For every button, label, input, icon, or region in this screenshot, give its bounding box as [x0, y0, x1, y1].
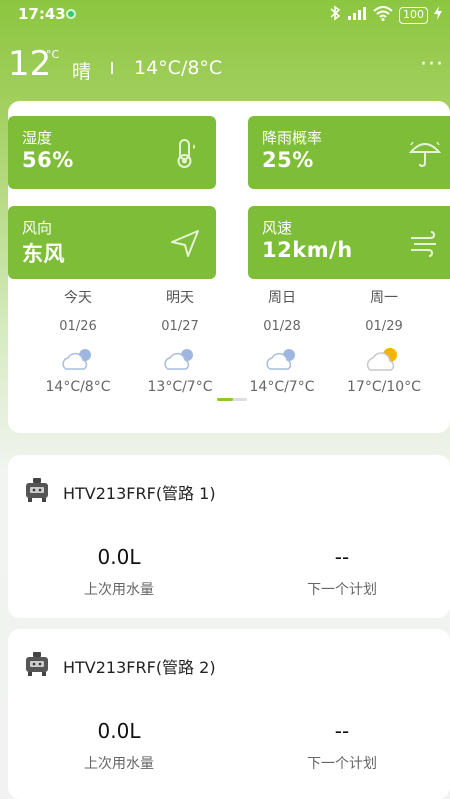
cloudy-icon	[58, 345, 98, 373]
rain-probability-label: 降雨概率	[262, 129, 323, 147]
rain-probability-tile: 降雨概率 25%	[248, 116, 450, 189]
thermometer-icon	[168, 136, 202, 170]
status-bar: 17:43 100	[0, 0, 450, 28]
forecast-day-name: 今天	[64, 290, 92, 306]
forecast-strip[interactable]: 今天 01/26 14°C/8°C 明天 01/27 13°C/7°C 周日 0…	[8, 287, 450, 397]
forecast-date: 01/27	[161, 319, 199, 334]
bluetooth-icon	[329, 5, 341, 25]
wind-speed-label: 风速	[262, 219, 293, 237]
cloudy-icon	[160, 345, 200, 373]
humidity-value: 56%	[22, 148, 74, 172]
wind-icon	[408, 226, 442, 260]
weather-panel: 湿度 56% 降雨概率 25% 风向 东风 风速 12km/h 今天 01/26	[8, 101, 450, 433]
next-plan-value: --	[334, 545, 350, 569]
navigation-arrow-icon	[168, 226, 202, 260]
cloudy-icon	[262, 345, 302, 373]
device-card[interactable]: HTV213FRF(管路 2) 0.0L 上次用水量 -- 下一个计划	[8, 629, 450, 799]
valve-device-icon	[24, 477, 50, 503]
umbrella-icon	[408, 136, 442, 170]
signal-icon	[347, 6, 367, 24]
next-plan-label: 下一个计划	[307, 756, 377, 772]
humidity-tile: 湿度 56%	[8, 116, 216, 189]
forecast-day: 周一 01/29 17°C/10°C	[334, 287, 434, 395]
humidity-label: 湿度	[22, 129, 53, 147]
wind-direction-label: 风向	[22, 219, 53, 237]
forecast-day: 明天 01/27 13°C/7°C	[130, 287, 230, 395]
next-plan-stat: -- 下一个计划	[242, 719, 442, 773]
last-usage-value: 0.0L	[97, 719, 141, 743]
temperature-range: 14°C/8°C	[134, 57, 223, 79]
forecast-day: 周日 01/28 14°C/7°C	[232, 287, 332, 395]
wifi-icon	[373, 5, 393, 25]
forecast-date: 01/26	[59, 319, 97, 334]
forecast-date: 01/28	[263, 319, 301, 334]
forecast-day-name: 周日	[268, 290, 296, 306]
device-card[interactable]: HTV213FRF(管路 1) 0.0L 上次用水量 -- 下一个计划	[8, 455, 450, 618]
battery-icon: 100	[399, 6, 428, 24]
valve-device-icon	[24, 651, 50, 677]
forecast-temp: 17°C/10°C	[347, 379, 421, 395]
weather-header: 12 °C 晴 14°C/8°C ···	[0, 40, 450, 90]
more-options-button[interactable]: ···	[420, 52, 444, 77]
device-title: HTV213FRF(管路 1)	[63, 484, 216, 503]
device-title: HTV213FRF(管路 2)	[63, 658, 216, 677]
charging-icon	[434, 6, 442, 24]
last-usage-stat: 0.0L 上次用水量	[19, 545, 219, 599]
next-plan-value: --	[334, 719, 350, 743]
wind-direction-tile: 风向 东风	[8, 206, 216, 279]
forecast-temp: 14°C/7°C	[249, 379, 315, 395]
notification-dot-icon	[66, 9, 76, 19]
partly-sunny-icon	[364, 345, 404, 373]
forecast-day: 今天 01/26 14°C/8°C	[28, 287, 128, 395]
wind-speed-value: 12km/h	[262, 238, 353, 262]
status-icons: 100	[329, 5, 442, 25]
forecast-day-name: 周一	[370, 290, 398, 306]
temperature-unit: °C	[46, 48, 60, 61]
weather-condition: 晴	[72, 61, 92, 83]
forecast-date: 01/29	[365, 319, 403, 334]
forecast-page-indicator	[217, 398, 247, 401]
forecast-temp: 13°C/7°C	[147, 379, 213, 395]
last-usage-stat: 0.0L 上次用水量	[19, 719, 219, 773]
last-usage-value: 0.0L	[97, 545, 141, 569]
header-divider	[111, 62, 113, 74]
rain-probability-value: 25%	[262, 148, 314, 172]
forecast-temp: 14°C/8°C	[45, 379, 111, 395]
current-temperature: 12	[8, 44, 52, 84]
last-usage-label: 上次用水量	[84, 582, 154, 598]
next-plan-stat: -- 下一个计划	[242, 545, 442, 599]
page-indicator-active	[217, 398, 233, 401]
last-usage-label: 上次用水量	[84, 756, 154, 772]
wind-speed-tile: 风速 12km/h	[248, 206, 450, 279]
next-plan-label: 下一个计划	[307, 582, 377, 598]
forecast-day-name: 明天	[166, 290, 194, 306]
wind-direction-value: 东风	[22, 242, 65, 266]
status-time: 17:43	[18, 5, 66, 23]
